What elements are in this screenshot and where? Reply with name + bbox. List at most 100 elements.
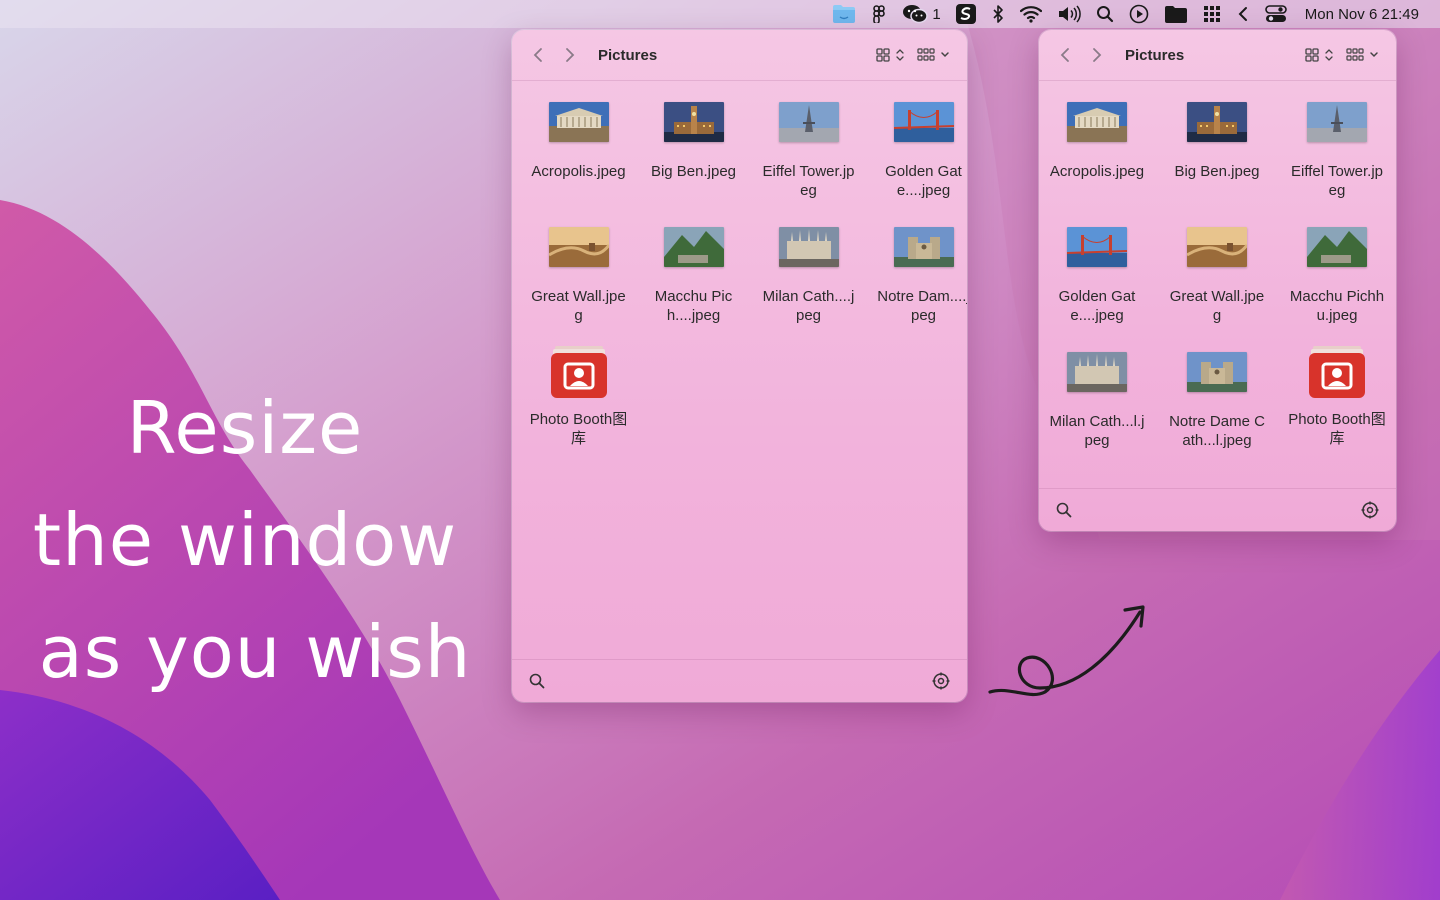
file-item[interactable]: Eiffel Tower.jpeg bbox=[751, 90, 866, 215]
file-name: Big Ben.jpeg bbox=[1174, 163, 1260, 180]
window-toolbar: Pictures bbox=[512, 30, 967, 81]
file-name: Eiffel Tower.jpeg bbox=[1291, 163, 1383, 199]
group-icon bbox=[1346, 48, 1378, 61]
file-name: Great Wall.jpeg bbox=[531, 288, 626, 324]
window-title: Pictures bbox=[598, 46, 658, 64]
menu-bar: 1 Mon Nov 6 21:49 bbox=[0, 0, 1440, 28]
grid-icon[interactable] bbox=[1203, 0, 1221, 28]
image-thumbnail bbox=[778, 227, 839, 267]
curly-arrow-icon bbox=[988, 605, 1145, 697]
menu-bar-clock[interactable]: Mon Nov 6 21:49 bbox=[1305, 6, 1419, 23]
headline-line-2: the window bbox=[32, 498, 458, 582]
icon-view-icon bbox=[876, 48, 904, 62]
headline-line-3: as you wish bbox=[38, 610, 472, 694]
file-name: Golden Gate....jpeg bbox=[1058, 288, 1136, 324]
icon-view-icon bbox=[1305, 48, 1333, 62]
group-icon bbox=[917, 48, 949, 61]
window-title: Pictures bbox=[1125, 46, 1185, 64]
file-item[interactable]: Eiffel Tower.jpeg bbox=[1277, 90, 1396, 215]
photo-booth-library-icon bbox=[1309, 346, 1365, 398]
spotlight-icon[interactable] bbox=[1096, 0, 1114, 28]
back-button[interactable] bbox=[1050, 40, 1080, 70]
forward-button[interactable] bbox=[555, 40, 585, 70]
wechat-icon[interactable]: 1 bbox=[902, 0, 941, 28]
finder-window-large[interactable]: Pictures Acropolis.jpeg Big Ben.jpeg Eiffe… bbox=[512, 30, 967, 702]
wechat-badge: 1 bbox=[932, 5, 941, 23]
file-name: Macchu Pichhu.jpeg bbox=[1289, 288, 1385, 324]
file-name: Eiffel Tower.jpeg bbox=[762, 163, 855, 199]
finder-window-small[interactable]: Pictures Acropolis.jpeg Big Ben.jpeg Eiffe… bbox=[1039, 30, 1396, 531]
settings-gear-icon[interactable] bbox=[931, 671, 951, 691]
window-bottom-bar bbox=[1039, 488, 1396, 531]
file-item[interactable]: Great Wall.jpeg bbox=[1157, 215, 1277, 340]
window-toolbar: Pictures bbox=[1039, 30, 1396, 81]
file-item[interactable]: Golden Gate....jpeg bbox=[1039, 215, 1157, 340]
bluetooth-icon[interactable] bbox=[991, 0, 1005, 28]
file-item[interactable]: Big Ben.jpeg bbox=[636, 90, 751, 215]
image-thumbnail bbox=[1067, 352, 1127, 392]
file-name: Golden Gate....jpeg bbox=[885, 163, 962, 199]
image-thumbnail bbox=[1187, 102, 1247, 142]
headline-line-1: Resize bbox=[126, 386, 364, 470]
folder-icon[interactable] bbox=[1164, 0, 1188, 28]
file-name: Notre Dame Cath...l.jpeg bbox=[1169, 413, 1265, 449]
group-by-button[interactable] bbox=[1346, 40, 1382, 70]
promo-headline: Resize the window as you wish bbox=[0, 372, 490, 708]
figma-icon[interactable] bbox=[871, 0, 887, 28]
play-circle-icon[interactable] bbox=[1129, 0, 1149, 28]
image-thumbnail bbox=[1067, 227, 1127, 267]
file-item[interactable]: Acropolis.jpeg bbox=[521, 90, 636, 215]
file-item[interactable]: Great Wall.jpeg bbox=[521, 215, 636, 340]
file-name: Milan Cath....jpeg bbox=[762, 288, 855, 324]
file-item[interactable]: Milan Cath....jpeg bbox=[751, 215, 866, 340]
chevron-left-icon[interactable] bbox=[1236, 0, 1250, 28]
file-name: Macchu Pich....jpeg bbox=[654, 288, 733, 324]
file-item[interactable]: Acropolis.jpeg bbox=[1039, 90, 1157, 215]
file-name: Milan Cath...l.jpeg bbox=[1049, 413, 1145, 449]
image-thumbnail bbox=[1187, 227, 1247, 267]
file-item[interactable]: Photo Booth图库 bbox=[1277, 340, 1396, 465]
volume-icon[interactable] bbox=[1057, 0, 1081, 28]
file-item[interactable]: Milan Cath...l.jpeg bbox=[1039, 340, 1157, 465]
window-bottom-bar bbox=[512, 659, 967, 702]
wifi-icon[interactable] bbox=[1019, 0, 1042, 28]
image-thumbnail bbox=[893, 227, 954, 267]
file-name: Photo Booth图库 bbox=[1288, 411, 1386, 447]
file-item[interactable]: Big Ben.jpeg bbox=[1157, 90, 1277, 215]
finder-folder-icon[interactable] bbox=[832, 0, 856, 28]
image-thumbnail bbox=[663, 102, 724, 142]
group-by-button[interactable] bbox=[917, 40, 953, 70]
file-grid: Acropolis.jpeg Big Ben.jpeg Eiffel Tower.j… bbox=[512, 90, 967, 465]
settings-gear-icon[interactable] bbox=[1360, 500, 1380, 520]
file-item[interactable]: Notre Dame Cath...l.jpeg bbox=[1157, 340, 1277, 465]
file-item[interactable]: Notre Dam....jpeg bbox=[866, 215, 967, 340]
file-name: Notre Dam....jpeg bbox=[877, 288, 967, 324]
file-name: Photo Booth图库 bbox=[529, 411, 628, 447]
scrivener-icon[interactable] bbox=[955, 0, 976, 28]
file-item[interactable]: Golden Gate....jpeg bbox=[866, 90, 967, 215]
file-item[interactable]: Photo Booth图库 bbox=[521, 340, 636, 465]
image-thumbnail bbox=[1307, 227, 1367, 267]
view-mode-button[interactable] bbox=[1304, 40, 1338, 70]
file-name: Acropolis.jpeg bbox=[531, 163, 626, 180]
back-button[interactable] bbox=[523, 40, 553, 70]
search-icon[interactable] bbox=[1055, 501, 1073, 519]
image-thumbnail bbox=[548, 227, 609, 267]
file-item[interactable]: Macchu Pichhu.jpeg bbox=[1277, 215, 1396, 340]
image-thumbnail bbox=[1187, 352, 1247, 392]
image-thumbnail bbox=[1307, 102, 1367, 142]
file-name: Great Wall.jpeg bbox=[1169, 288, 1265, 324]
view-mode-button[interactable] bbox=[875, 40, 909, 70]
photo-booth-library-icon bbox=[550, 346, 607, 398]
control-center-icon[interactable] bbox=[1264, 0, 1287, 28]
file-item[interactable]: Macchu Pich....jpeg bbox=[636, 215, 751, 340]
search-icon[interactable] bbox=[528, 672, 546, 690]
file-grid: Acropolis.jpeg Big Ben.jpeg Eiffel Tower.j… bbox=[1039, 90, 1396, 465]
image-thumbnail bbox=[663, 227, 724, 267]
file-name: Acropolis.jpeg bbox=[1049, 163, 1145, 180]
file-name: Big Ben.jpeg bbox=[650, 163, 737, 180]
image-thumbnail bbox=[778, 102, 839, 142]
forward-button[interactable] bbox=[1082, 40, 1112, 70]
image-thumbnail bbox=[1067, 102, 1127, 142]
image-thumbnail bbox=[893, 102, 954, 142]
